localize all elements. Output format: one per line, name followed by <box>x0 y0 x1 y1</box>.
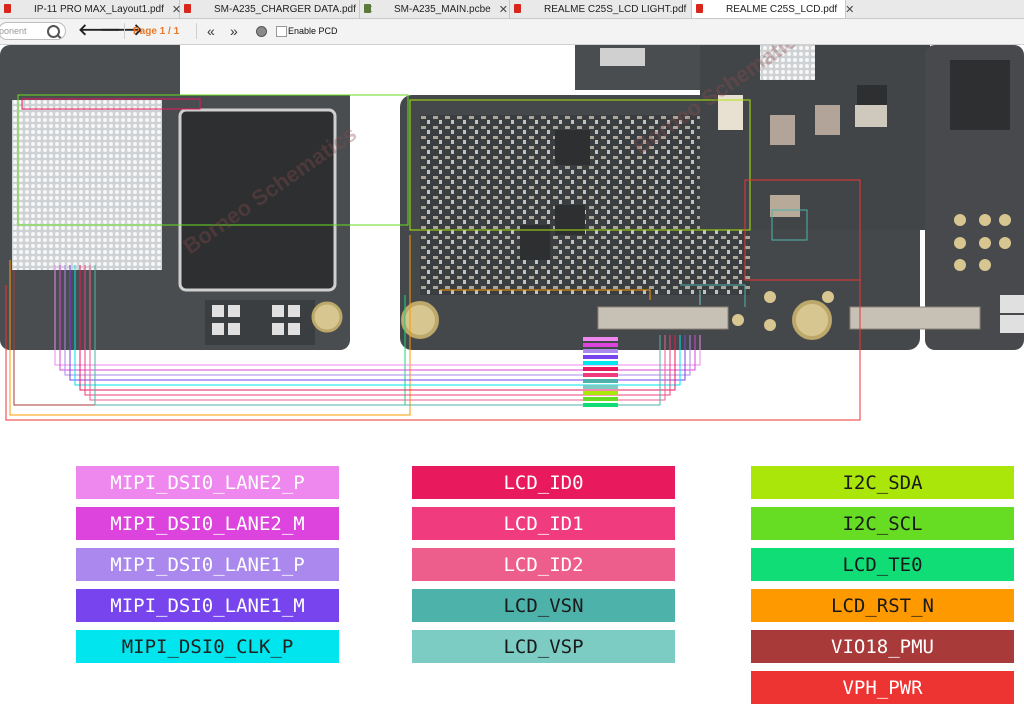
legend-label: VPH_PWR <box>842 676 923 699</box>
tab-label: SM-A235_MAIN.pcbe <box>394 3 491 15</box>
pcb-board-drawing: Borneo Schematics Borneo Schematics <box>0 21 1024 421</box>
legend-mipi-dsi0-lane2-m: MIPI_DSI0_LANE2_M <box>76 507 339 540</box>
legend-lcd-rst-n: LCD_RST_N <box>751 589 1014 622</box>
legend-label: LCD_TE0 <box>842 553 923 576</box>
legend-mipi-dsi0-lane1-m: MIPI_DSI0_LANE1_M <box>76 589 339 622</box>
legend-label: I2C_SCL <box>842 512 923 535</box>
legend-vph-pwr: VPH_PWR <box>751 671 1014 704</box>
pcb-file-icon <box>364 4 371 13</box>
legend-label: MIPI_DSI0_LANE2_P <box>110 471 305 494</box>
legend-label: LCD_ID2 <box>503 553 584 576</box>
tab-sm-a235-main[interactable]: SM-A235_MAIN.pcbe ✕ <box>360 0 510 18</box>
pcb-board-view[interactable]: Borneo Schematics Borneo Schematics <box>0 21 1024 425</box>
page-indicator: Page 1 / 1 <box>133 26 180 37</box>
last-page-icon[interactable]: » <box>230 22 238 40</box>
legend-lcd-id1: LCD_ID1 <box>412 507 675 540</box>
toolbar-divider <box>196 23 197 39</box>
pdf-icon <box>184 4 191 13</box>
legend-lcd-vsp: LCD_VSP <box>412 630 675 663</box>
tab-label: REALME C25S_LCD LIGHT.pdf <box>544 3 687 15</box>
legend-label: MIPI_DSI0_CLK_P <box>121 635 294 658</box>
close-icon[interactable]: ✕ <box>837 3 854 16</box>
legend-label: MIPI_DSI0_LANE2_M <box>110 512 305 535</box>
legend-lcd-vsn: LCD_VSN <box>412 589 675 622</box>
pdf-icon <box>696 4 703 13</box>
tab-label: SM-A235_CHARGER DATA.pdf <box>214 3 356 15</box>
tab-realme-lcd-light[interactable]: REALME C25S_LCD LIGHT.pdf ✕ <box>510 0 704 18</box>
tab-ip11-layout[interactable]: IP-11 PRO MAX_Layout1.pdf ✕ <box>0 0 181 18</box>
legend-mipi-dsi0-lane2-p: MIPI_DSI0_LANE2_P <box>76 466 339 499</box>
tab-label: REALME C25S_LCD.pdf <box>726 3 838 15</box>
legend-label: LCD_ID1 <box>503 512 584 535</box>
viewer-toolbar: ponent 🡐 🡒 Page 1 / 1 « » Enable PCD <box>0 19 1024 45</box>
search-icon[interactable] <box>47 25 60 38</box>
legend-label: LCD_RST_N <box>831 594 934 617</box>
legend-vio18-pmu: VIO18_PMU <box>751 630 1014 663</box>
component-search-input[interactable]: ponent <box>0 22 66 40</box>
close-icon[interactable]: ✕ <box>491 3 508 16</box>
legend-mipi-dsi0-lane1-p: MIPI_DSI0_LANE1_P <box>76 548 339 581</box>
legend-i2c-scl: I2C_SCL <box>751 507 1014 540</box>
legend-label: LCD_ID0 <box>503 471 584 494</box>
enable-pcd-label: Enable PCD <box>288 26 338 36</box>
tab-label: IP-11 PRO MAX_Layout1.pdf <box>34 3 164 15</box>
enable-pcd-checkbox[interactable] <box>276 26 287 37</box>
legend-label: LCD_VSP <box>503 635 584 658</box>
legend-mipi-dsi0-clk-p: MIPI_DSI0_CLK_P <box>76 630 339 663</box>
legend-label: MIPI_DSI0_LANE1_M <box>110 594 305 617</box>
document-tab-bar: IP-11 PRO MAX_Layout1.pdf ✕ SM-A235_CHAR… <box>0 0 1024 19</box>
legend-label: VIO18_PMU <box>831 635 934 658</box>
search-placeholder: ponent <box>0 26 27 36</box>
legend-lcd-te0: LCD_TE0 <box>751 548 1014 581</box>
legend-i2c-sda: I2C_SDA <box>751 466 1014 499</box>
pdf-icon <box>514 4 521 13</box>
bga-chip <box>12 100 162 270</box>
close-icon[interactable]: ✕ <box>164 3 181 16</box>
legend-lcd-id0: LCD_ID0 <box>412 466 675 499</box>
tab-realme-lcd[interactable]: REALME C25S_LCD.pdf ✕ <box>692 0 854 18</box>
pdf-icon <box>4 4 11 13</box>
tab-sm-a235-charger[interactable]: SM-A235_CHARGER DATA.pdf ✕ <box>180 0 373 18</box>
legend-label: I2C_SDA <box>842 471 923 494</box>
pcd-status-icon <box>256 26 267 37</box>
legend-label: LCD_VSN <box>503 594 584 617</box>
first-page-icon[interactable]: « <box>207 22 215 40</box>
legend-label: MIPI_DSI0_LANE1_P <box>110 553 305 576</box>
toolbar-divider <box>124 23 125 39</box>
legend-lcd-id2: LCD_ID2 <box>412 548 675 581</box>
